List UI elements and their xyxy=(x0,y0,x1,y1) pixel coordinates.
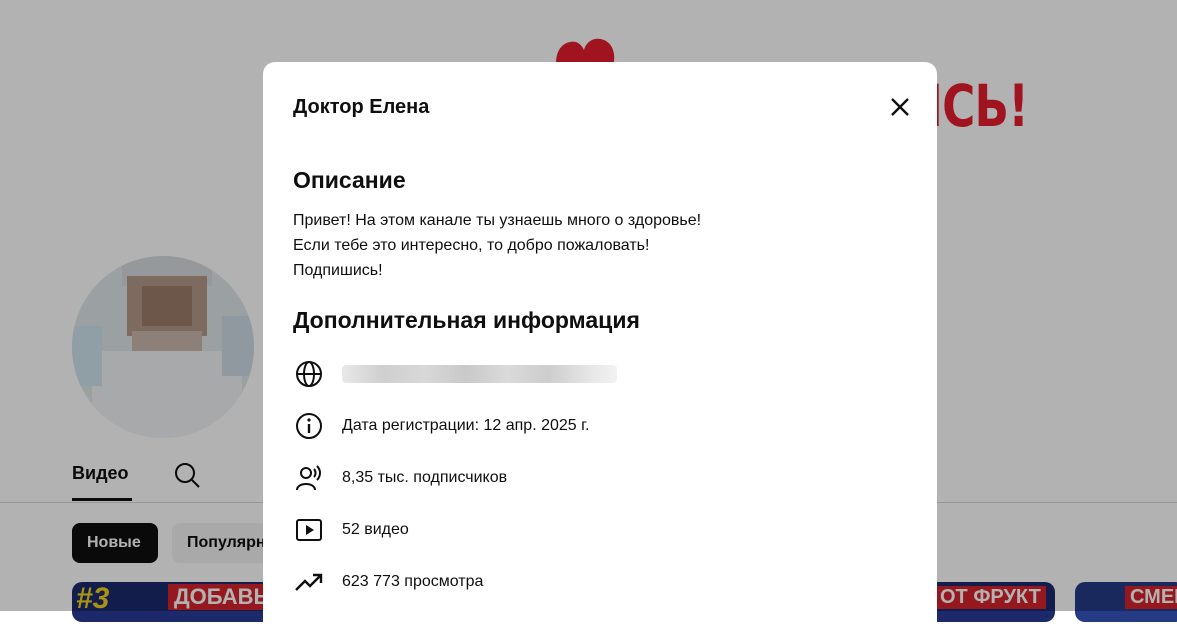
about-dialog: Доктор Елена Описание Привет! На этом ка… xyxy=(263,62,937,642)
description-line: Подпишись! xyxy=(293,262,383,279)
globe-icon xyxy=(296,361,322,387)
info-row-views: 623 773 просмотра xyxy=(293,566,483,598)
description-line: Привет! На этом канале ты узнаешь много … xyxy=(293,212,702,229)
video-count: 52 видео xyxy=(342,521,409,538)
person-signal-icon xyxy=(296,465,321,491)
info-heading: Дополнительная информация xyxy=(293,307,640,333)
channel-link-redacted[interactable] xyxy=(342,365,617,383)
description-line: Если тебе это интересно, то добро пожало… xyxy=(293,237,650,254)
trending-up-icon xyxy=(295,573,323,591)
description-text: Привет! На этом канале ты узнаешь много … xyxy=(293,208,701,283)
info-row-videos: 52 видео xyxy=(293,514,409,546)
subscriber-count: 8,35 тыс. подписчиков xyxy=(342,469,508,486)
close-icon[interactable] xyxy=(883,90,917,124)
info-row-subscribers: 8,35 тыс. подписчиков xyxy=(293,462,507,494)
registration-date: Дата регистрации: 12 апр. 2025 г. xyxy=(342,417,590,434)
dialog-title: Доктор Елена xyxy=(293,96,430,118)
info-row-registration: Дата регистрации: 12 апр. 2025 г. xyxy=(293,410,589,442)
info-icon xyxy=(296,413,322,439)
info-row-link[interactable] xyxy=(293,358,617,390)
play-square-icon xyxy=(296,519,322,541)
view-count: 623 773 просмотра xyxy=(342,573,484,590)
description-heading: Описание xyxy=(293,167,406,193)
